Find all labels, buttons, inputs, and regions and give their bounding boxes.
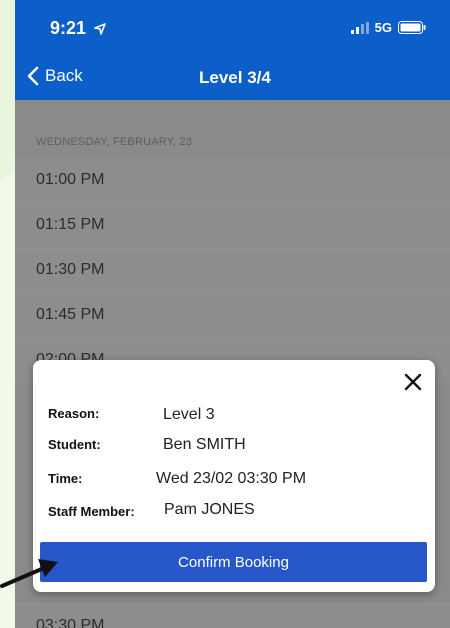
status-time: 9:21 [50, 18, 106, 39]
time-slot-list: WEDNESDAY, FEBRUARY, 23 01:00 PM 01:15 P… [15, 100, 450, 383]
reason-label: Reason: [48, 406, 100, 421]
chevron-left-icon [27, 66, 39, 86]
location-arrow-icon [94, 23, 106, 35]
time-slot-row[interactable]: 01:15 PM [15, 203, 450, 248]
time-slot-row[interactable]: 01:45 PM [15, 293, 450, 338]
time-slot-row[interactable]: 01:30 PM [15, 248, 450, 293]
page-title: Level 3/4 [199, 68, 271, 87]
time-slot-row[interactable]: 03:30 PM [15, 604, 450, 628]
close-icon[interactable] [403, 372, 423, 392]
student-label: Student: [48, 437, 101, 452]
signal-icon [350, 21, 369, 34]
pointer-arrow-icon [0, 559, 58, 588]
phone-screen: 9:21 5G Back Level 3/4 WEDNESDAY, FEBRUA… [15, 0, 450, 628]
staff-member-label: Staff Member: [48, 504, 135, 519]
status-bar: 9:21 5G [15, 0, 450, 56]
network-label: 5G [374, 20, 392, 35]
confirm-booking-button[interactable]: Confirm Booking [40, 542, 427, 582]
reason-value: Level 3 [163, 406, 215, 423]
time-value: Wed 23/02 03:30 PM [156, 470, 307, 487]
time-slot-row[interactable]: 01:00 PM [15, 158, 450, 203]
staff-member-value: Pam JONES [164, 501, 255, 518]
section-header: WEDNESDAY, FEBRUARY, 23 [36, 136, 193, 148]
back-button[interactable]: Back [27, 66, 83, 86]
navigation-bar: Back Level 3/4 [15, 56, 450, 100]
back-label: Back [45, 66, 83, 85]
status-indicators: 5G [350, 20, 426, 35]
battery-icon [398, 21, 426, 34]
booking-confirmation-dialog: Reason: Level 3 Student: Ben SMITH Time:… [33, 360, 435, 592]
time-label: Time: [48, 471, 83, 486]
student-value: Ben SMITH [163, 436, 246, 453]
